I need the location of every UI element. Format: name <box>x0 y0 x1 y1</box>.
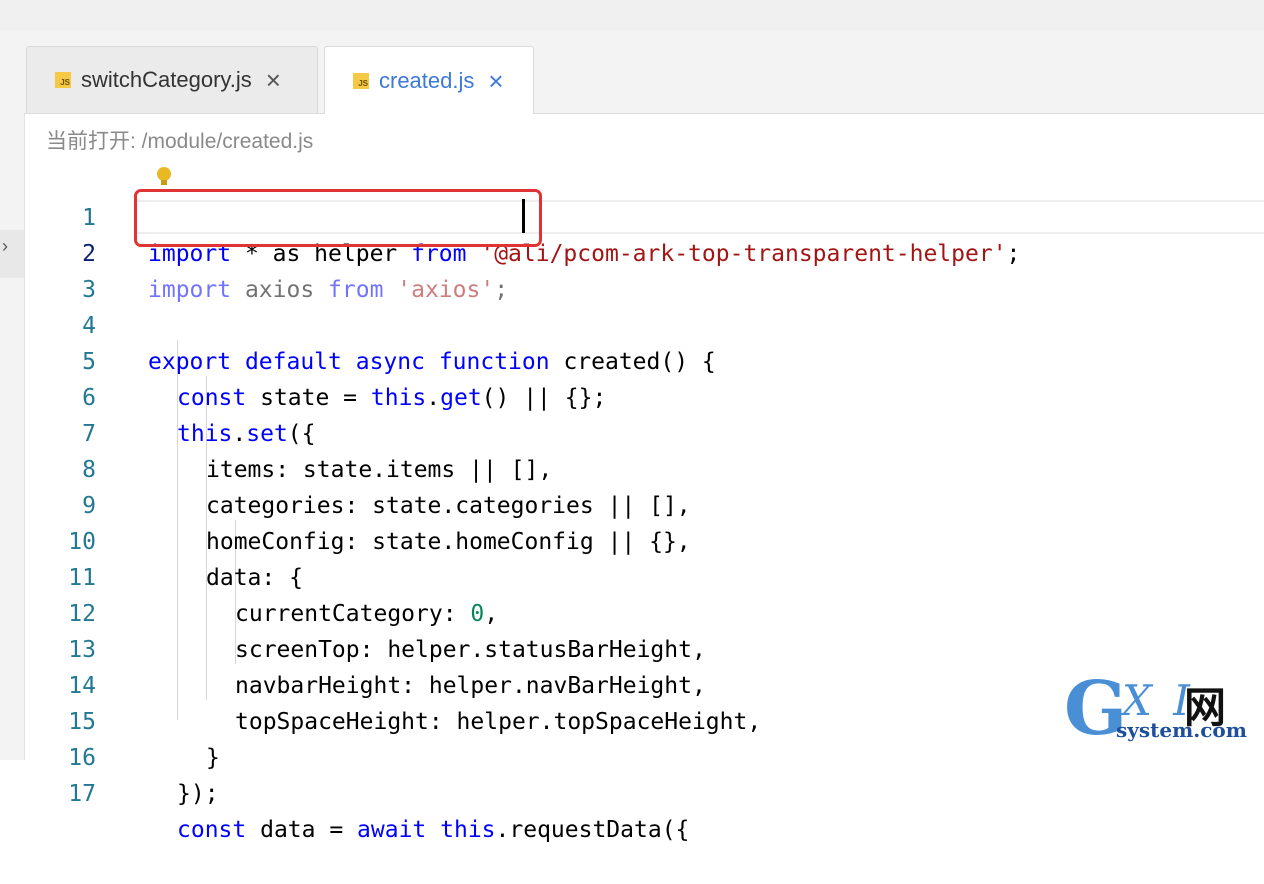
code-line-9[interactable]: 9 homeConfig: state.homeConfig || {}, <box>24 452 1264 555</box>
code-line-13[interactable]: 13 navbarHeight: helper.navBarHeight, <box>24 596 1264 699</box>
line-number: 17 <box>68 781 96 807</box>
code-line-14[interactable]: 14 topSpaceHeight: helper.topSpaceHeight… <box>24 632 1264 735</box>
tab-created[interactable]: JS created.js × <box>324 46 534 114</box>
close-icon[interactable]: × <box>488 68 503 94</box>
text-cursor <box>522 199 525 233</box>
code-line-8[interactable]: 8 categories: state.categories || [], <box>24 416 1264 519</box>
close-icon[interactable]: × <box>266 67 281 93</box>
tab-bar: JS switchCategory.js × JS created.js × <box>24 30 1264 114</box>
code-line-4[interactable]: 4 export default async function created(… <box>24 272 1264 375</box>
code-text: }); <box>177 781 219 807</box>
code-text: const data = await this.requestData({ <box>177 817 690 843</box>
js-file-icon: JS <box>353 72 369 89</box>
tab-label: created.js <box>379 67 475 93</box>
annotation-highlight-box <box>134 189 542 247</box>
sidebar-strip: › <box>0 30 25 760</box>
tab-switchcategory[interactable]: JS switchCategory.js × <box>26 46 318 113</box>
chevron-icon[interactable]: › <box>2 236 8 257</box>
code-line-11[interactable]: 11 currentCategory: 0, <box>24 524 1264 627</box>
code-line-5[interactable]: 5 const state = this.get() || {}; <box>24 308 1264 411</box>
watermark-logo: G X I 网 system.com <box>1064 666 1247 752</box>
window-top-bar <box>0 0 1264 30</box>
code-line-10[interactable]: 10 data: { <box>24 488 1264 591</box>
breadcrumb: 当前打开: /module/created.js <box>46 130 314 153</box>
tab-label: switchCategory.js <box>81 67 252 92</box>
code-line-7[interactable]: 7 items: state.items || [], <box>24 380 1264 483</box>
js-file-icon: JS <box>55 72 71 88</box>
code-line-12[interactable]: 12 screenTop: helper.statusBarHeight, <box>24 560 1264 663</box>
code-line-6[interactable]: 6 this.set({ <box>24 344 1264 447</box>
lightbulb-icon[interactable] <box>155 166 173 188</box>
